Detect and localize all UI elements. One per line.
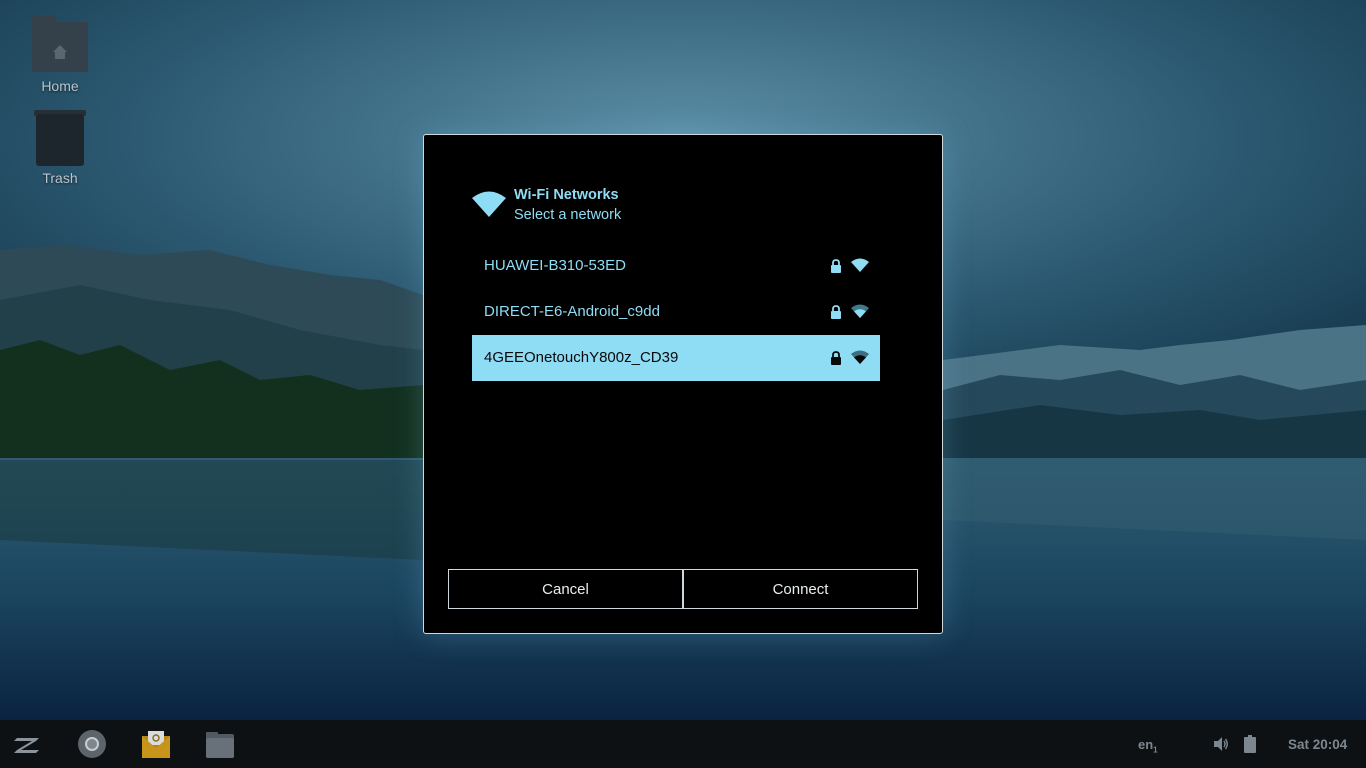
lock-icon xyxy=(831,351,841,365)
dialog-button-row: Cancel Connect xyxy=(448,569,918,609)
zorin-menu-icon[interactable] xyxy=(12,728,44,760)
keyboard-layout-indicator[interactable]: en1 xyxy=(1138,737,1158,755)
wifi-signal-full-icon xyxy=(851,258,869,272)
network-item[interactable]: DIRECT-E6-Android_c9dd xyxy=(472,289,880,335)
keyboard-layout-index: 1 xyxy=(1153,745,1158,755)
network-ssid: DIRECT-E6-Android_c9dd xyxy=(484,303,660,320)
desktop-icon-label: Trash xyxy=(42,170,78,186)
connect-button[interactable]: Connect xyxy=(683,569,918,609)
volume-icon[interactable] xyxy=(1213,736,1229,752)
wifi-signal-good-icon xyxy=(851,304,869,318)
wifi-networks-dialog: Wi-Fi Networks Select a network HUAWEI-B… xyxy=(423,134,943,634)
cancel-button[interactable]: Cancel xyxy=(448,569,683,609)
lock-icon xyxy=(831,259,841,273)
network-ssid: 4GEEOnetouchY800z_CD39 xyxy=(484,349,679,366)
dialog-subtitle: Select a network xyxy=(514,207,622,223)
wifi-signal-good-icon xyxy=(851,350,869,364)
dialog-title: Wi-Fi Networks xyxy=(514,187,619,203)
battery-icon[interactable] xyxy=(1244,735,1256,753)
network-list: HUAWEI-B310-53ED DIRECT-E6-Android_c9dd … xyxy=(472,243,880,381)
home-folder-icon xyxy=(20,16,100,74)
network-item[interactable]: HUAWEI-B310-53ED xyxy=(472,243,880,289)
files-icon[interactable] xyxy=(204,728,236,760)
desktop-icon-trash[interactable]: Trash xyxy=(20,108,100,186)
taskbar: en1 Sat 20:04 xyxy=(0,720,1366,768)
wifi-icon xyxy=(472,191,506,217)
lock-icon xyxy=(831,305,841,319)
network-item-selected[interactable]: 4GEEOnetouchY800z_CD39 xyxy=(472,335,880,381)
chrome-icon[interactable] xyxy=(76,728,108,760)
mail-icon[interactable] xyxy=(140,728,172,760)
desktop-icon-label: Home xyxy=(41,78,79,94)
clock[interactable]: Sat 20:04 xyxy=(1288,737,1347,752)
keyboard-layout-label: en xyxy=(1138,737,1154,752)
network-ssid: HUAWEI-B310-53ED xyxy=(484,257,626,274)
desktop-icon-home[interactable]: Home xyxy=(20,16,100,94)
trash-icon xyxy=(20,108,100,166)
